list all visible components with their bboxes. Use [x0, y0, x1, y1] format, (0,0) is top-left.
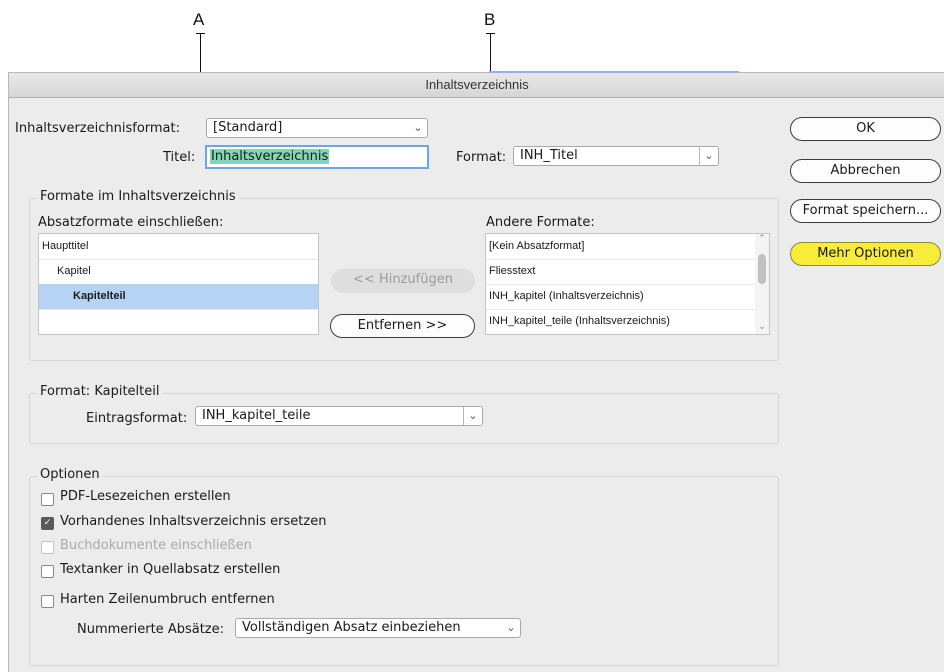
- callout-b: B: [484, 10, 496, 29]
- save-format-button[interactable]: Format speichern...: [790, 199, 941, 223]
- entry-format-select[interactable]: INH_kapitel_teile ⌄: [195, 406, 483, 426]
- ok-button[interactable]: OK: [790, 117, 941, 141]
- callout-a: A: [193, 10, 205, 29]
- other-formats-list[interactable]: [Kein Absatzformat] Fliesstext INH_kapit…: [485, 233, 770, 335]
- titel-input[interactable]: Inhaltsverzeichnis: [205, 145, 429, 169]
- chevron-down-icon: ⌄: [699, 147, 718, 165]
- pdf-bookmarks-label: PDF-Lesezeichen erstellen: [60, 489, 231, 504]
- numbered-label: Nummerierte Absätze:: [77, 622, 224, 637]
- list-item[interactable]: Haupttitel: [39, 234, 318, 260]
- entry-format-value: INH_kapitel_teile: [202, 408, 311, 423]
- list-item-selected[interactable]: Kapitelteil: [39, 284, 318, 310]
- chevron-down-icon: ⌄: [463, 407, 482, 425]
- formats-group-title: Formate im Inhaltsverzeichnis: [37, 189, 239, 204]
- numbered-select[interactable]: Vollständigen Absatz einbeziehen ⌄: [235, 618, 521, 638]
- scrollbar-thumb[interactable]: [758, 254, 766, 284]
- replace-toc-label: Vorhandenes Inhaltsverzeichnis ersetzen: [60, 514, 327, 529]
- toc-format-select[interactable]: [Standard] ⌄: [206, 118, 428, 138]
- other-formats-label: Andere Formate:: [486, 215, 595, 230]
- titel-label: Titel:: [163, 150, 196, 165]
- toc-format-value: [Standard]: [213, 120, 283, 135]
- list-item[interactable]: [Kein Absatzformat]: [486, 234, 755, 260]
- scroll-down-icon[interactable]: ⌄: [755, 322, 769, 332]
- toc-format-label: Inhaltsverzeichnisformat:: [15, 121, 180, 136]
- scrollbar[interactable]: ⌃ ⌄: [755, 234, 769, 334]
- pdf-bookmarks-checkbox[interactable]: [41, 493, 54, 506]
- remove-breaks-label: Harten Zeilenumbruch entfernen: [60, 592, 275, 607]
- add-button[interactable]: << Hinzufügen: [331, 269, 475, 293]
- dialog-titlebar: Inhaltsverzeichnis: [9, 73, 944, 98]
- titlebar-accent: [489, 71, 739, 73]
- more-options-button[interactable]: Mehr Optionen: [790, 242, 941, 266]
- chevron-down-icon: ⌄: [413, 121, 423, 134]
- format-value: INH_Titel: [520, 148, 578, 163]
- scroll-up-icon[interactable]: ⌃: [755, 234, 769, 244]
- list-item[interactable]: INH_kapitel_teile (Inhaltsverzeichnis): [486, 309, 755, 334]
- format-label: Format:: [456, 150, 507, 165]
- book-docs-checkbox[interactable]: [41, 541, 54, 554]
- numbered-value: Vollständigen Absatz einbeziehen: [242, 620, 461, 635]
- list-item[interactable]: INH_kapitel (Inhaltsverzeichnis): [486, 284, 755, 310]
- remove-breaks-checkbox[interactable]: [41, 595, 54, 608]
- include-label: Absatzformate einschließen:: [38, 215, 224, 230]
- text-anchor-checkbox[interactable]: [41, 565, 54, 578]
- text-anchor-label: Textanker in Quellabsatz erstellen: [60, 562, 281, 577]
- included-list[interactable]: Haupttitel Kapitel Kapitelteil: [38, 233, 319, 335]
- cancel-button[interactable]: Abbrechen: [790, 159, 941, 183]
- chevron-down-icon: ⌄: [506, 621, 516, 634]
- toc-dialog: Inhaltsverzeichnis Inhaltsverzeichnisfor…: [8, 71, 944, 672]
- entry-format-label: Eintragsformat:: [86, 411, 188, 426]
- remove-button[interactable]: Entfernen >>: [330, 314, 475, 338]
- format-select[interactable]: INH_Titel ⌄: [513, 146, 719, 166]
- titel-value: Inhaltsverzeichnis: [210, 149, 330, 164]
- book-docs-label: Buchdokumente einschließen: [60, 538, 252, 553]
- replace-toc-checkbox[interactable]: ✓: [41, 517, 54, 530]
- list-item[interactable]: Kapitel: [39, 259, 318, 285]
- style-group-title: Format: Kapitelteil: [37, 384, 163, 399]
- options-group-title: Optionen: [37, 467, 103, 482]
- list-item[interactable]: Fliesstext: [486, 259, 755, 285]
